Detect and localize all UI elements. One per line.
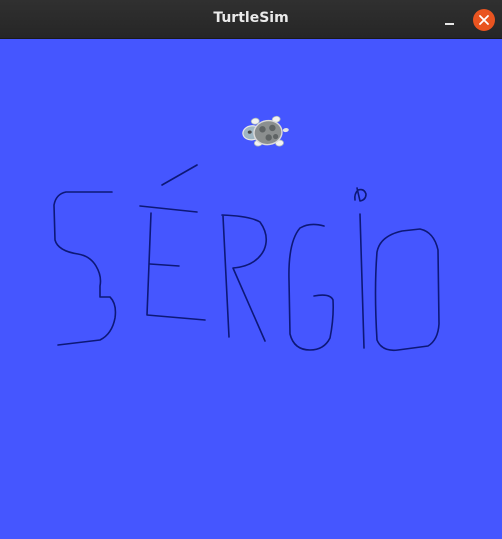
- letter-i-stroke: [359, 213, 365, 349]
- turtlesim-window: TurtleSim: [0, 0, 502, 539]
- letter-r-stroke: [221, 214, 268, 342]
- scribble-stroke: [354, 187, 367, 202]
- letter-g-stroke: [288, 223, 334, 351]
- letter-o-stroke: [374, 228, 440, 352]
- title-bar[interactable]: TurtleSim: [0, 0, 502, 39]
- letter-s-stroke: [53, 191, 117, 346]
- window-title: TurtleSim: [213, 10, 289, 26]
- turtle-canvas: [0, 39, 502, 539]
- pen-drawing: [53, 115, 440, 352]
- minimize-button[interactable]: [438, 9, 460, 31]
- close-icon: [479, 15, 489, 25]
- turtle-icon: [242, 115, 289, 147]
- close-button[interactable]: [473, 9, 495, 31]
- letter-e-stroke: [139, 205, 206, 321]
- accent-stroke: [161, 164, 198, 186]
